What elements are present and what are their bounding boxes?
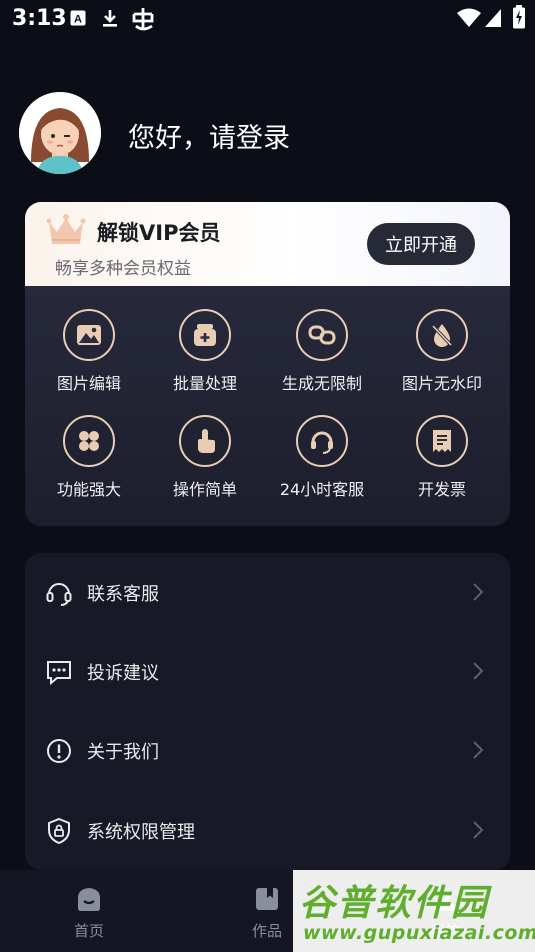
activate-vip-button[interactable]: 立即开通 xyxy=(367,223,475,265)
feature-no-watermark[interactable]: 图片无水印 xyxy=(382,309,502,394)
chevron-right-icon xyxy=(473,583,484,601)
crown-icon xyxy=(46,214,86,244)
menu-item-permissions[interactable]: 系统权限管理 xyxy=(25,791,510,870)
feature-label: 生成无限制 xyxy=(281,374,362,393)
bug-icon xyxy=(132,8,154,31)
menu-item-feedback[interactable]: 投诉建议 xyxy=(25,632,510,711)
avatar-illustration-icon xyxy=(19,92,101,174)
feature-label: 功能强大 xyxy=(56,480,121,499)
vip-title: 解锁VIP会员 xyxy=(97,221,221,245)
message-icon xyxy=(47,661,71,686)
watermark-brand: 谷普软件园 xyxy=(299,883,490,924)
headset-icon xyxy=(311,431,333,454)
status-bar: 3:13 A xyxy=(0,0,535,38)
vip-header[interactable]: 解锁VIP会员 畅享多种会员权益 立即开通 xyxy=(25,202,510,286)
watermark-url: www.gupuxiazai.com xyxy=(303,922,535,944)
feature-batch-process[interactable]: 批量处理 xyxy=(145,309,265,394)
feature-label: 操作简单 xyxy=(172,480,237,499)
feature-powerful[interactable]: 功能强大 xyxy=(29,415,149,500)
tab-home[interactable]: 首页 xyxy=(54,886,124,941)
battery-charging-icon xyxy=(513,5,525,29)
settings-menu: 联系客服 投诉建议 关于我们 系统权限管理 xyxy=(25,553,510,870)
feature-label: 24小时客服 xyxy=(279,480,365,499)
invoice-icon xyxy=(433,430,451,452)
vip-card: 解锁VIP会员 畅享多种会员权益 立即开通 图片编辑 批量处理 生成无限制 图片… xyxy=(25,202,510,526)
menu-label: 系统权限管理 xyxy=(87,822,195,843)
batch-icon xyxy=(194,324,216,346)
feature-easy-operation[interactable]: 操作简单 xyxy=(145,415,265,500)
menu-item-contact-service[interactable]: 联系客服 xyxy=(25,553,510,632)
chevron-right-icon xyxy=(473,662,484,680)
tab-label: 首页 xyxy=(73,922,104,940)
menu-label: 投诉建议 xyxy=(87,663,159,684)
site-watermark: 谷普软件园 www.gupuxiazai.com xyxy=(293,870,535,952)
menu-label: 关于我们 xyxy=(87,742,159,763)
feature-invoice[interactable]: 开发票 xyxy=(382,415,502,500)
feature-label: 图片编辑 xyxy=(56,374,121,393)
vip-subtitle: 畅享多种会员权益 xyxy=(55,259,191,279)
feature-label: 批量处理 xyxy=(172,374,237,393)
shield-lock-icon xyxy=(48,817,70,845)
tab-works[interactable]: 作品 xyxy=(232,886,302,941)
infinity-icon xyxy=(308,325,336,345)
svg-text:A: A xyxy=(74,14,82,26)
hand-pointer-icon xyxy=(198,429,215,453)
headset-icon xyxy=(46,583,72,606)
feature-unlimited[interactable]: 生成无限制 xyxy=(262,309,382,394)
feature-24h-service[interactable]: 24小时客服 xyxy=(262,415,382,500)
home-icon xyxy=(78,888,100,911)
menu-label: 联系客服 xyxy=(87,584,159,605)
image-icon xyxy=(77,325,101,345)
feature-image-edit[interactable]: 图片编辑 xyxy=(29,309,149,394)
cellular-signal-icon xyxy=(485,9,501,27)
wifi-icon xyxy=(457,8,481,27)
status-time: 3:13 xyxy=(12,6,67,31)
chevron-right-icon xyxy=(473,821,484,839)
no-watermark-icon xyxy=(431,324,453,347)
feature-label: 图片无水印 xyxy=(401,374,482,393)
feature-label: 开发票 xyxy=(417,480,466,499)
avatar[interactable] xyxy=(19,92,101,174)
tab-label: 作品 xyxy=(251,922,282,940)
chevron-right-icon xyxy=(473,741,484,759)
grid-icon xyxy=(79,431,99,451)
works-icon xyxy=(256,888,278,910)
download-icon xyxy=(103,10,117,27)
info-icon xyxy=(47,739,71,763)
login-prompt[interactable]: 您好，请登录 xyxy=(128,116,290,155)
keyboard-a-icon: A xyxy=(70,10,86,26)
menu-item-about-us[interactable]: 关于我们 xyxy=(25,711,510,790)
